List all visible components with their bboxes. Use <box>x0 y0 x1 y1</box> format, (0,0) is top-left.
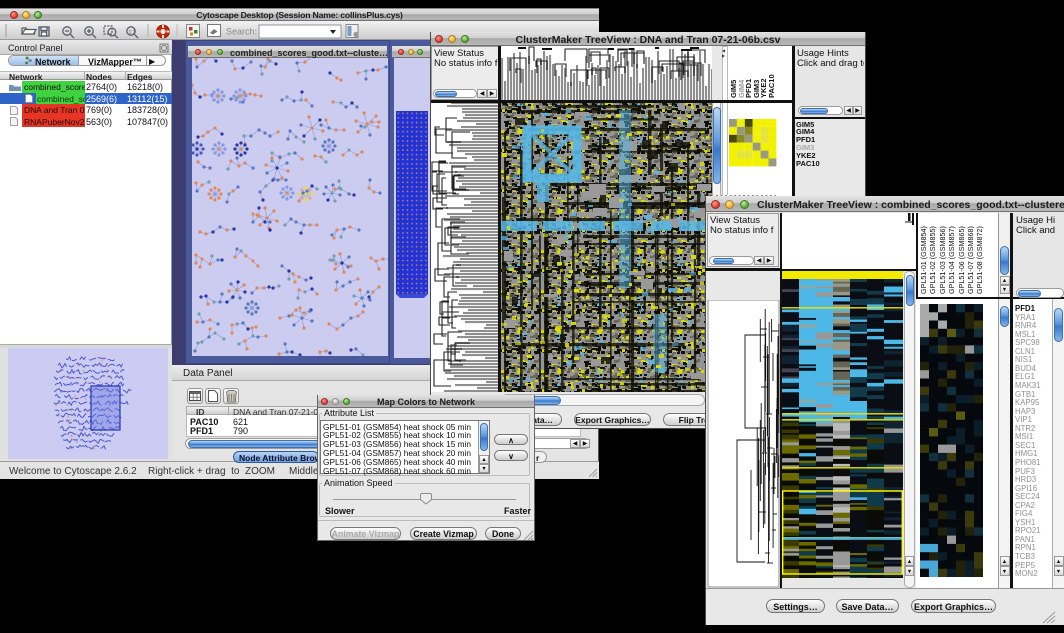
svg-text:1:1: 1:1 <box>129 30 136 36</box>
svg-text:Search:: Search: <box>226 27 257 37</box>
